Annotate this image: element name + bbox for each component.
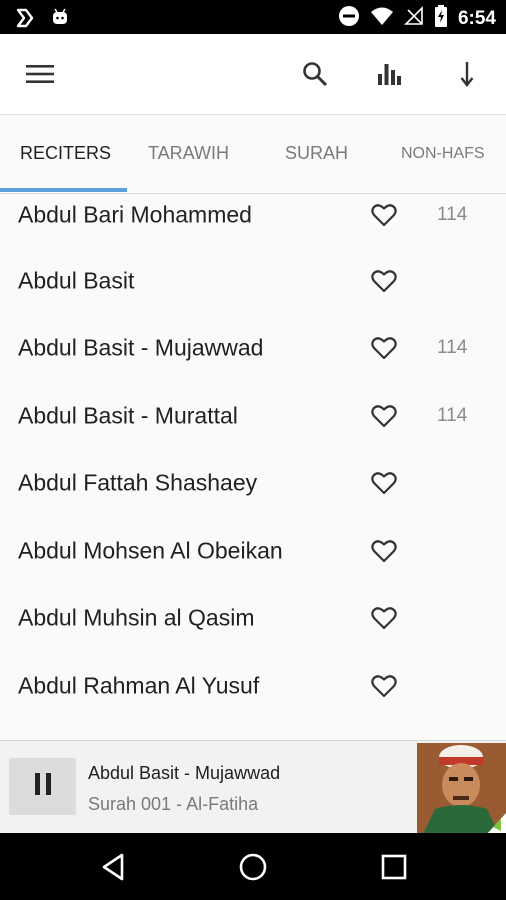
tab-surah[interactable]: SURAH bbox=[285, 143, 348, 164]
back-icon[interactable] bbox=[98, 851, 130, 883]
reciter-name: Abdul Mohsen Al Obeikan bbox=[18, 537, 283, 563]
list-item[interactable]: Abdul Basit - Murattal 114 bbox=[0, 382, 506, 449]
list-item[interactable]: Abdul Muhsin al Qasim bbox=[0, 584, 506, 651]
reciter-thumbnail bbox=[417, 743, 506, 834]
favorite-heart-icon[interactable] bbox=[371, 203, 397, 227]
search-icon[interactable] bbox=[299, 58, 331, 90]
reciter-name: Abdul Rahman Al Yusuf bbox=[18, 672, 260, 698]
reciter-name: Abdul Basit - Mujawwad bbox=[18, 334, 264, 360]
home-icon[interactable] bbox=[237, 851, 269, 883]
tab-tarawih[interactable]: TARAWIH bbox=[148, 143, 229, 164]
favorite-heart-icon[interactable] bbox=[371, 471, 397, 495]
reciter-name: Abdul Basit bbox=[18, 267, 135, 293]
list-item[interactable]: Abdul Fattah Shashaey bbox=[0, 449, 506, 516]
favorite-heart-icon[interactable] bbox=[371, 674, 397, 698]
equalizer-icon[interactable] bbox=[373, 58, 405, 90]
favorite-heart-icon[interactable] bbox=[371, 404, 397, 428]
tab-non-hafs[interactable]: NON-HAFS bbox=[401, 145, 485, 163]
now-playing-subtitle: Surah 001 - Al-Fatiha bbox=[88, 794, 259, 814]
reciter-list: Abdul Bari Mohammed 114 Abdul Basit Abdu… bbox=[0, 193, 506, 740]
reciter-name: Abdul Bari Mohammed bbox=[18, 201, 252, 227]
tab-bar: RECITERS TARAWIH SURAH NON-HAFS bbox=[0, 115, 506, 194]
list-item[interactable]: Abdul Basit - Mujawwad 114 bbox=[0, 314, 506, 381]
reciter-name: Abdul Fattah Shashaey bbox=[18, 469, 258, 495]
list-item[interactable]: Abdul Basit bbox=[0, 247, 506, 314]
now-playing-title: Abdul Basit - Mujawwad bbox=[88, 763, 281, 783]
reciter-name: Abdul Muhsin al Qasim bbox=[18, 604, 255, 630]
favorite-heart-icon[interactable] bbox=[371, 539, 397, 563]
app-bar bbox=[0, 34, 506, 115]
favorite-heart-icon[interactable] bbox=[371, 336, 397, 360]
favorite-heart-icon[interactable] bbox=[371, 269, 397, 293]
list-item[interactable]: Abdul Bari Mohammed 114 bbox=[0, 193, 506, 248]
surah-count: 114 bbox=[437, 203, 468, 225]
plex-icon bbox=[14, 7, 36, 34]
wifi-icon bbox=[370, 6, 394, 31]
menu-icon[interactable] bbox=[24, 58, 56, 90]
pause-button[interactable] bbox=[9, 758, 76, 815]
tab-reciters[interactable]: RECITERS bbox=[20, 143, 111, 164]
favorite-heart-icon[interactable] bbox=[371, 606, 397, 630]
surah-count: 114 bbox=[437, 404, 468, 426]
list-item[interactable]: Abdul Mohsen Al Obeikan bbox=[0, 517, 506, 584]
surah-count: 114 bbox=[437, 336, 468, 358]
android-debug-icon bbox=[50, 7, 70, 34]
navigation-bar bbox=[0, 833, 506, 900]
status-time: 6:54 bbox=[457, 7, 496, 29]
mini-player[interactable]: Abdul Basit - Mujawwad Surah 001 - Al-Fa… bbox=[0, 740, 506, 834]
battery-charging-icon bbox=[434, 5, 448, 32]
pause-icon bbox=[33, 773, 53, 800]
do-not-disturb-icon bbox=[338, 5, 360, 32]
reciter-name: Abdul Basit - Murattal bbox=[18, 402, 238, 428]
download-icon[interactable] bbox=[451, 58, 483, 90]
tab-indicator bbox=[0, 188, 127, 192]
list-item[interactable]: Abdul Rahman Al Yusuf bbox=[0, 652, 506, 719]
no-signal-icon bbox=[404, 6, 424, 31]
status-bar: 6:54 bbox=[0, 0, 506, 34]
recents-icon[interactable] bbox=[378, 851, 410, 883]
